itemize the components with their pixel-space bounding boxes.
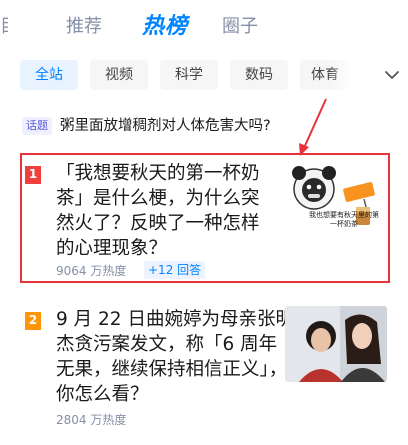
chip-video[interactable]: 视频 <box>90 60 148 90</box>
new-answers-badge: +12 回答 <box>144 261 206 279</box>
tab-hot-list[interactable]: 热榜 <box>142 8 188 40</box>
topic-badge: 话题 <box>22 117 52 135</box>
photo-image-icon <box>285 306 387 382</box>
thumbnail-caption: 我也想要有秋天里的第一杯奶茶 <box>309 211 379 228</box>
item-title[interactable]: 「我想要秋天的第一杯奶茶」是什么梗，为什么突然火了？反映了一种怎样的心理现象？ <box>56 161 274 261</box>
topic-row[interactable]: 话题 粥里面放增稠剂对人体危害大吗? <box>22 116 392 138</box>
item-thumbnail[interactable] <box>285 306 387 382</box>
item-thumbnail[interactable]: 我也想要有秋天里的第一杯奶茶 <box>284 163 382 237</box>
chip-digital[interactable]: 数码 <box>230 60 288 90</box>
topic-title[interactable]: 粥里面放增稠剂对人体危害大吗? <box>60 116 271 136</box>
tab-partial[interactable]: 目 <box>0 12 8 38</box>
tab-circles[interactable]: 圈子 <box>222 12 258 38</box>
category-chip-bar: 全站 视频 科学 数码 体育 <box>20 60 408 92</box>
hot-list-item[interactable]: 2 9 月 22 日曲婉婷为母亲张明杰贪污案发文，称「6 周年无果，继续保持相信… <box>20 304 390 434</box>
tab-recommend[interactable]: 推荐 <box>66 12 102 38</box>
item-title[interactable]: 9 月 22 日曲婉婷为母亲张明杰贪污案发文，称「6 周年无果，继续保持相信正义… <box>56 307 294 407</box>
chip-all[interactable]: 全站 <box>20 60 78 90</box>
top-tab-bar: 目 推荐 热榜 圈子 <box>0 0 408 50</box>
rank-badge: 1 <box>25 166 41 184</box>
chevron-down-icon[interactable] <box>382 65 402 85</box>
hot-list-item[interactable]: 1 「我想要秋天的第一杯奶茶」是什么梗，为什么突然火了？反映了一种怎样的心理现象… <box>20 153 390 283</box>
chip-science[interactable]: 科学 <box>160 60 218 90</box>
heat-count: 9064 万热度 <box>56 264 127 278</box>
rank-badge: 2 <box>25 312 41 330</box>
heat-count: 2804 万热度 <box>56 413 127 427</box>
chip-fade-overlay <box>330 60 354 90</box>
